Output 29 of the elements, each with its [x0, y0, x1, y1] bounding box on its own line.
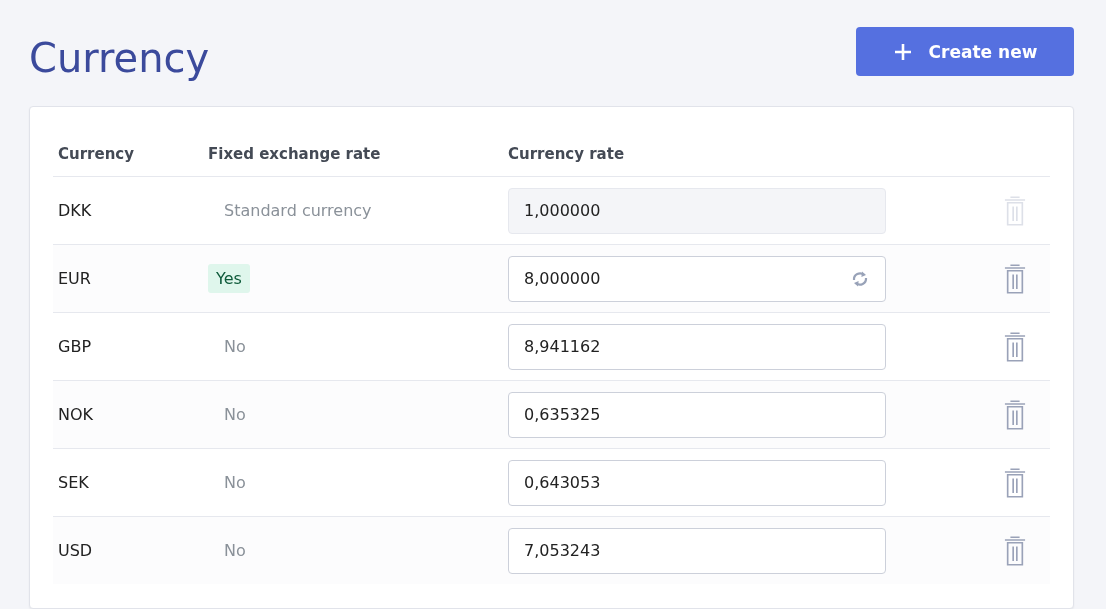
standard-currency-text: Standard currency — [224, 201, 372, 220]
currency-code: USD — [58, 541, 93, 560]
plus-icon — [892, 41, 913, 62]
fixed-rate-text: No — [224, 337, 246, 356]
column-header: Currency — [58, 145, 134, 163]
currency-code: DKK — [58, 201, 92, 220]
rate-input-field[interactable]: 0,643053 — [508, 459, 886, 506]
trash-icon[interactable] — [1004, 535, 1026, 566]
currency-code: EUR — [58, 269, 91, 288]
fixed-rate-text: No — [224, 405, 246, 424]
fixed-rate-text: No — [224, 541, 246, 560]
rate-input-field[interactable]: 8,000000 — [508, 255, 886, 302]
page-title: Currency — [29, 34, 210, 82]
rate-input-field[interactable]: 0,635325 — [508, 391, 886, 438]
fixed-rate-text: No — [224, 473, 246, 492]
rate-input-field[interactable]: 7,053243 — [508, 527, 886, 574]
rate-input-field[interactable]: 8,941162 — [508, 323, 886, 370]
currency-code: SEK — [58, 473, 89, 492]
currency-code: GBP — [58, 337, 92, 356]
create-new-button[interactable]: Create new — [856, 27, 1074, 76]
trash-icon[interactable] — [1004, 467, 1026, 498]
fixed-rate-badge: Yes — [208, 264, 250, 293]
trash-icon[interactable] — [1004, 331, 1026, 362]
trash-icon[interactable] — [1004, 263, 1026, 294]
currency-code: NOK — [58, 405, 94, 424]
trash-icon[interactable] — [1004, 399, 1026, 430]
column-header: Fixed exchange rate — [208, 145, 381, 163]
column-header: Currency rate — [508, 145, 625, 163]
trash-icon — [1004, 195, 1026, 226]
